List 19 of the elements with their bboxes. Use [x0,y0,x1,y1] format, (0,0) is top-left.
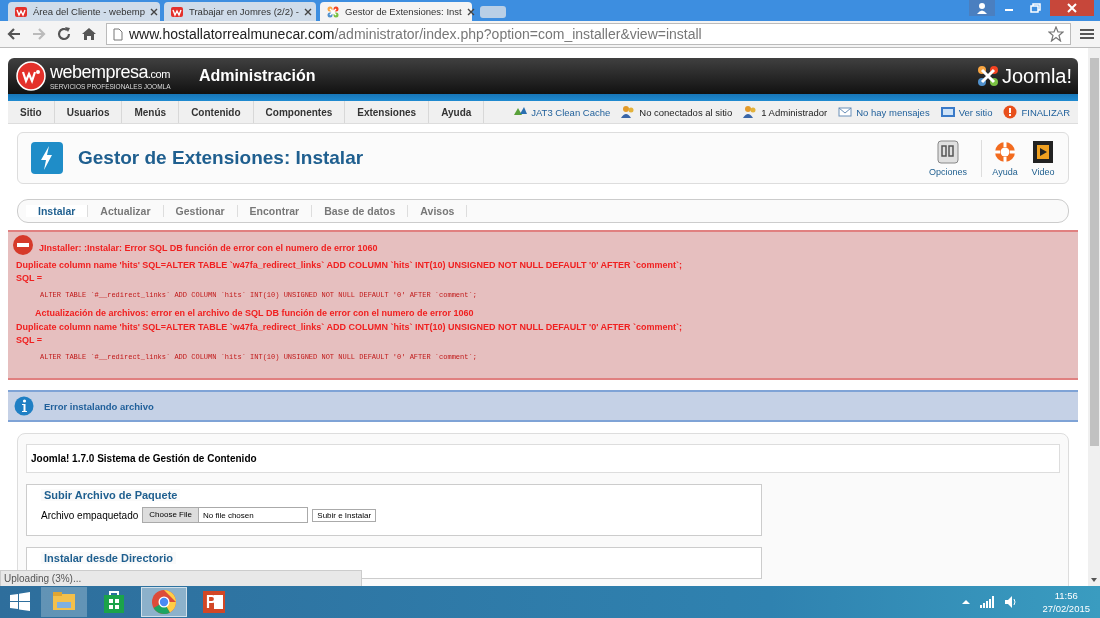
sql-label: SQL = [16,272,44,285]
page-title: Gestor de Extensiones: Instalar [78,147,364,169]
header-title: Administración [199,67,317,85]
joomla-logo-text: Joomla! [1001,64,1072,88]
brand-name: webempresa.com [50,62,171,83]
version-text: Joomla! 1.7.0 Sistema de Gestión de Contenido [26,444,1060,473]
error-detail: Duplicate column name 'hits' SQL=ALTER TABLE `w47fa_redirect_links` ADD COLUMN `hits` INT(10) UNSIGNED NOT NULL DEFAULT '0' AFTER `comment`; [16,321,684,334]
tab-title: Gestor de Extensiones: Inst [345,6,462,17]
field-label: Archivo empaquetado [41,509,139,521]
url-text: www.hostallatorrealmunecar.com/administrator/index.php?option=com_installer&view=install [129,26,703,42]
error-detail: Duplicate column name 'hits' SQL=ALTER TABLE `w47fa_redirect_links` ADD COLUMN `hits` INT(10) UNSIGNED NOT NULL DEFAULT '0' AFTER `comment`; [16,259,684,272]
error-heading: JInstaller: :Instalar: Error SQL DB función de error con el numero de error 1060 [39,243,378,253]
tab-title: Área del Cliente - webemp [33,6,145,17]
error-heading: Actualización de archivos: error en el archivo de SQL DB función de error con el numero de error 1060 [35,308,474,318]
fieldset-legend: Subir Archivo de Paquete [41,489,181,501]
sql-label: SQL = [16,334,44,347]
fieldset-legend: Instalar desde Directorio [41,552,176,564]
info-message: Error instalando archivo [44,400,154,412]
tab-title: Trabajar en Jomres (2/2) - [189,6,299,17]
